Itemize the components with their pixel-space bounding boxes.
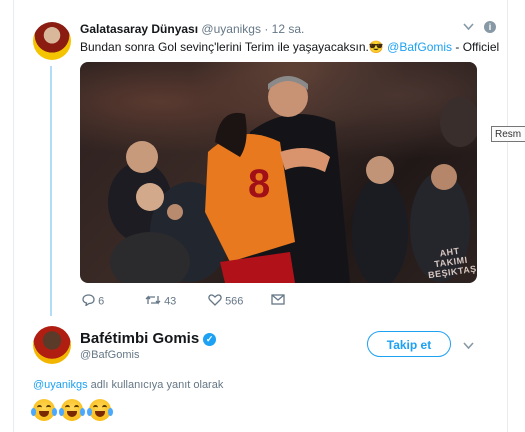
display-name[interactable]: Galatasaray Dünyası	[80, 22, 198, 36]
reply-to-mention[interactable]: @uyanikgs	[33, 379, 88, 391]
handle[interactable]: @uyanikgs	[201, 22, 261, 36]
retweet-icon	[145, 294, 161, 309]
display-name-row: Bafétimbi Gomis ✓	[80, 330, 217, 347]
tweet-photo[interactable]: 8 AHT TAKIMI BEŞIKTAŞ	[80, 62, 477, 283]
tears-of-joy-emoji	[31, 399, 57, 421]
display-name[interactable]: Bafétimbi Gomis	[80, 330, 199, 347]
svg-text:8: 8	[248, 162, 270, 206]
reply-count: 6	[98, 295, 105, 308]
reply-context: @uyanikgs adlı kullanıcıya yanıt olarak	[33, 379, 223, 391]
mention-link[interactable]: @BafGomis	[387, 40, 452, 54]
like-action[interactable]: 566	[208, 294, 243, 309]
timestamp[interactable]: 12 sa.	[272, 22, 305, 36]
tweet-text: Bundan sonra Gol sevinç'lerini Terim ile…	[80, 40, 499, 54]
retweet-action[interactable]: 43	[145, 294, 176, 309]
reply-to-text: adlı kullanıcıya yanıt olarak	[90, 379, 224, 391]
tears-of-joy-emoji	[59, 399, 85, 421]
reply-icon	[82, 294, 95, 309]
chevron-down-icon[interactable]	[463, 22, 474, 34]
avatar[interactable]	[33, 22, 71, 60]
handle[interactable]: @BafGomis	[80, 349, 139, 361]
retweet-count: 43	[164, 295, 177, 308]
thread-connector-line	[50, 66, 52, 316]
chevron-down-icon[interactable]	[463, 341, 474, 353]
like-icon	[208, 294, 222, 309]
info-icon[interactable]: i	[484, 21, 496, 33]
reply-action[interactable]: 6	[82, 294, 104, 309]
tweet-text-tail: - Officiel	[455, 40, 500, 54]
tweet-header: Galatasaray Dünyası @uyanikgs · 12 sa.	[80, 22, 304, 36]
dm-icon	[271, 294, 285, 308]
like-count: 566	[225, 295, 244, 308]
photo-scene: 8	[108, 76, 477, 283]
tears-of-joy-emoji	[87, 399, 113, 421]
sunglasses-emoji: 😎	[368, 40, 384, 54]
avatar[interactable]	[33, 326, 71, 364]
tweet-text-body: Bundan sonra Gol sevinç'lerini Terim ile…	[80, 40, 369, 54]
dm-action[interactable]	[271, 294, 285, 308]
separator: ·	[264, 22, 269, 36]
image-tooltip: Resm	[491, 126, 525, 142]
follow-button[interactable]: Takip et	[367, 331, 451, 357]
verified-icon: ✓	[203, 333, 217, 346]
reply-text	[31, 399, 117, 421]
